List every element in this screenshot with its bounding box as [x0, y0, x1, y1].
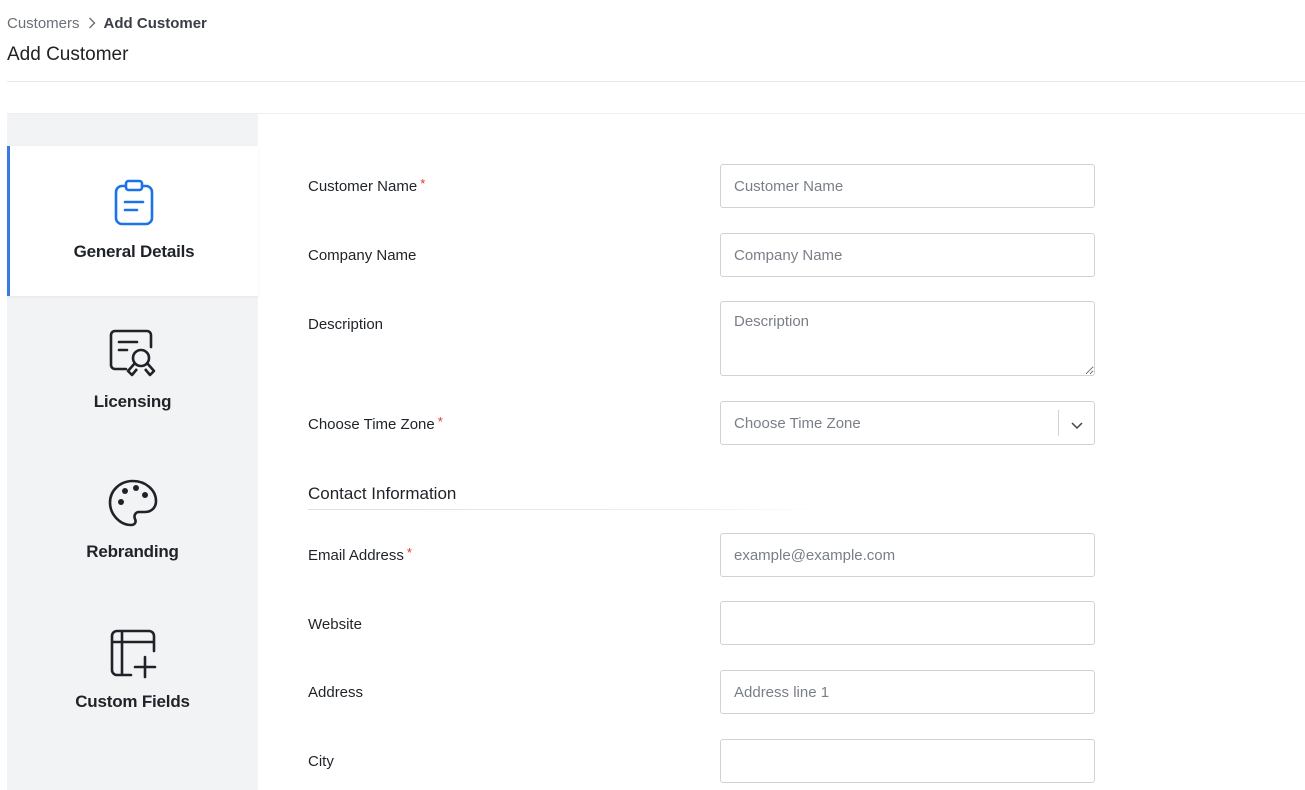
city-input[interactable]	[720, 739, 1095, 783]
chevron-right-icon	[88, 17, 96, 29]
breadcrumb-customers-link[interactable]: Customers	[7, 15, 80, 32]
contact-information-heading: Contact Information	[308, 484, 457, 503]
certificate-icon	[107, 327, 159, 379]
website-input[interactable]	[720, 601, 1095, 645]
address-label: Address	[308, 684, 364, 701]
customer-name-input[interactable]	[720, 164, 1095, 208]
sidebar: General Details Licensing Rebranding Cus…	[7, 114, 258, 790]
sidebar-item-label: Rebranding	[86, 542, 179, 561]
sidebar-item-custom-fields[interactable]: Custom Fields	[7, 596, 258, 746]
description-textarea[interactable]	[720, 301, 1095, 376]
breadcrumb: Customers Add Customer	[7, 13, 207, 33]
required-mark: *	[420, 176, 426, 191]
sidebar-item-label: Custom Fields	[75, 692, 190, 711]
sidebar-item-licensing[interactable]: Licensing	[7, 296, 258, 446]
breadcrumb-current: Add Customer	[103, 14, 207, 32]
email-address-input[interactable]	[720, 533, 1095, 577]
required-mark: *	[437, 414, 443, 429]
time-zone-select[interactable]: Choose Time Zone	[720, 401, 1095, 445]
sidebar-item-rebranding[interactable]: Rebranding	[7, 446, 258, 596]
sidebar-item-label: General Details	[73, 242, 195, 261]
chevron-down-icon[interactable]	[1071, 417, 1083, 435]
description-label: Description	[308, 316, 384, 333]
address-line1-input[interactable]	[720, 670, 1095, 714]
customer-name-label: Customer Name *	[308, 176, 426, 195]
email-address-label: Email Address *	[308, 545, 412, 564]
customer-form-panel: General Details Licensing Rebranding Cus…	[7, 113, 1305, 790]
page-title: Add Customer	[7, 44, 129, 65]
table-add-icon	[107, 627, 159, 679]
palette-icon	[107, 477, 159, 529]
company-name-label: Company Name	[308, 247, 417, 264]
select-divider	[1058, 410, 1059, 436]
section-divider	[308, 509, 818, 510]
city-label: City	[308, 753, 334, 770]
sidebar-item-general-details[interactable]: General Details	[7, 146, 258, 296]
sidebar-item-label: Licensing	[93, 392, 172, 411]
clipboard-icon	[113, 177, 155, 229]
time-zone-label: Choose Time Zone *	[308, 414, 443, 433]
required-mark: *	[406, 545, 412, 560]
time-zone-placeholder: Choose Time Zone	[734, 415, 861, 432]
general-details-form: Customer Name* Company Name Description …	[258, 114, 1305, 790]
website-label: Website	[308, 616, 362, 633]
company-name-input[interactable]	[720, 233, 1095, 277]
header-divider	[7, 81, 1305, 82]
